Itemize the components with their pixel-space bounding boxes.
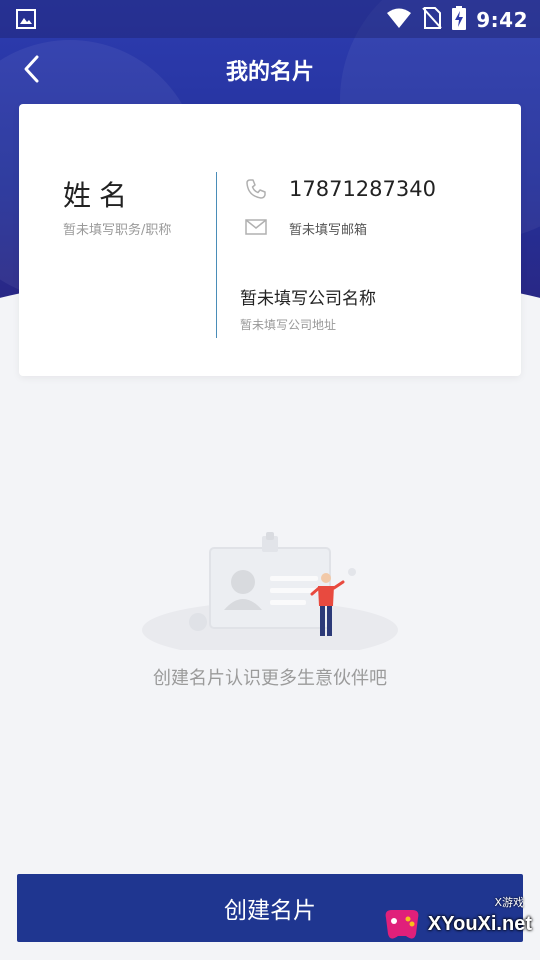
page-title: 我的名片 <box>225 60 314 85</box>
navigation-bar: 我的名片 <box>0 38 540 98</box>
no-sim-icon <box>422 6 442 34</box>
card-divider <box>216 172 217 338</box>
battery-charging-icon <box>452 6 467 34</box>
empty-state-text: 创建名片认识更多生意伙伴吧 <box>153 668 387 689</box>
gallery-icon <box>16 9 36 33</box>
status-bar: 9:42 <box>0 0 540 38</box>
business-card[interactable]: 姓名 暂未填写职务/职称 17871287340 暂未填写邮箱 暂未填写公司名称… <box>19 104 521 376</box>
card-email: 暂未填写邮箱 <box>289 223 368 238</box>
wifi-icon <box>386 7 412 33</box>
watermark-text: XYouXi.net <box>427 912 532 935</box>
card-name: 姓名 <box>63 179 136 212</box>
phone-icon <box>245 178 267 204</box>
business-card-person-illustration <box>140 530 400 658</box>
watermark: XYouXi.net X游戏 <box>380 896 532 944</box>
status-time: 9:42 <box>476 8 528 32</box>
gamepad-logo-icon <box>380 904 424 944</box>
card-phone: 17871287340 <box>289 177 436 201</box>
watermark-tag: X游戏 <box>494 896 524 909</box>
card-job-title: 暂未填写职务/职称 <box>63 223 172 238</box>
mail-icon <box>245 219 267 239</box>
card-company: 暂未填写公司名称 <box>240 289 376 309</box>
card-address: 暂未填写公司地址 <box>240 318 337 332</box>
